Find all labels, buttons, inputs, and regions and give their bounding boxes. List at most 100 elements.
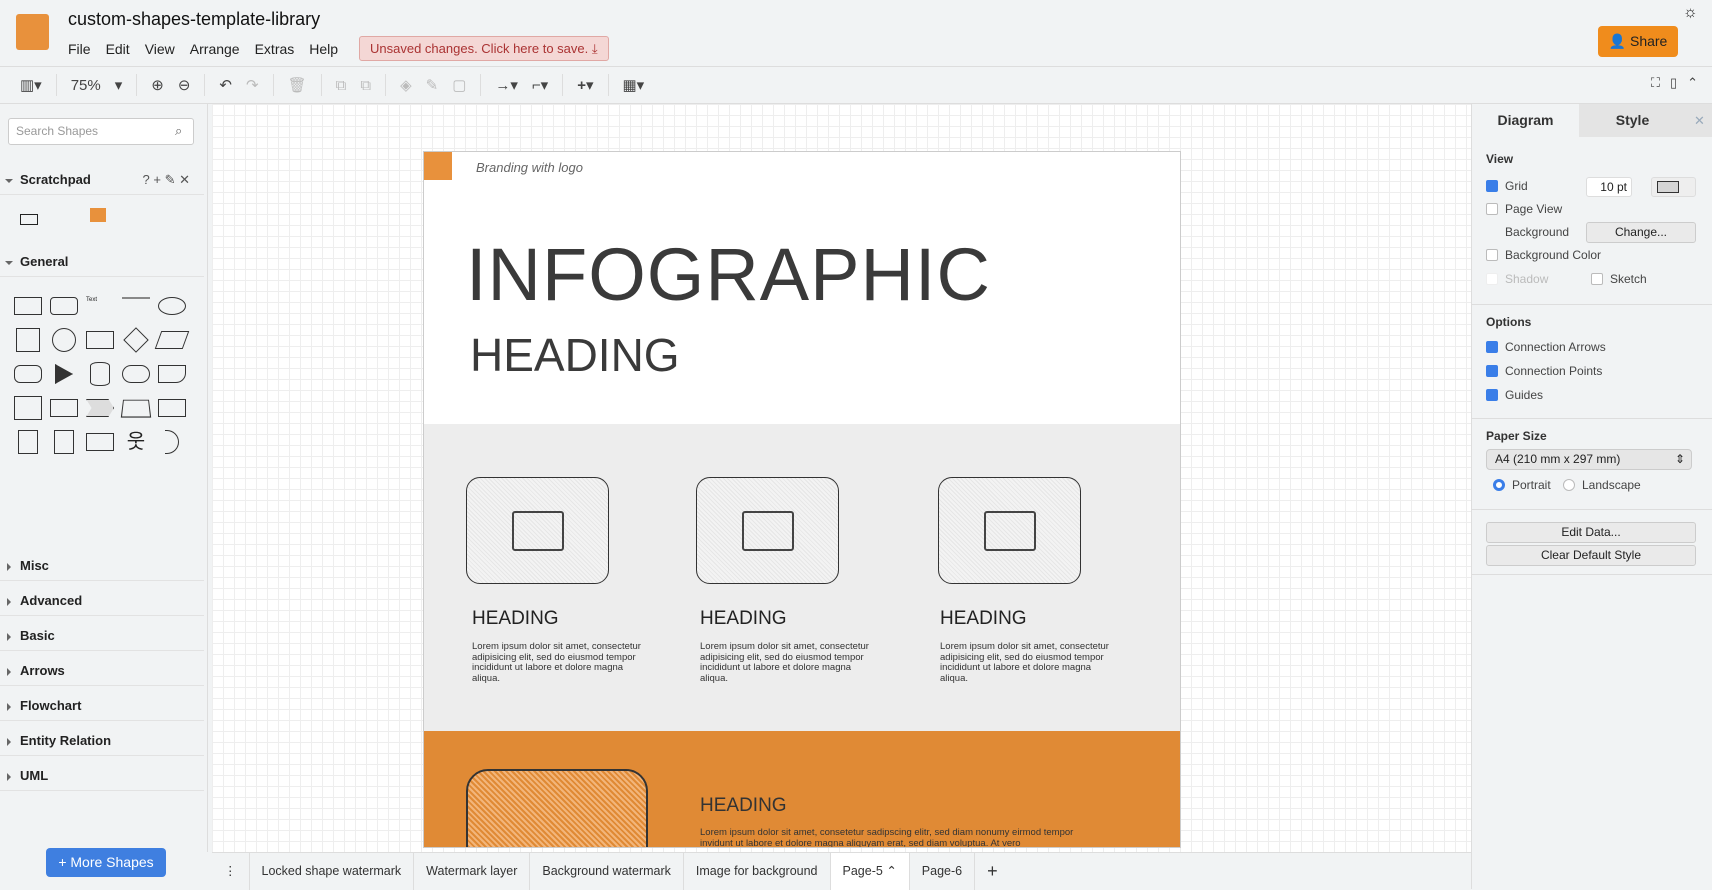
unsaved-changes-button[interactable]: Unsaved changes. Click here to save. ⤓ bbox=[359, 36, 609, 61]
shape-hexagon[interactable] bbox=[10, 357, 46, 391]
more-shapes-button[interactable]: + More Shapes bbox=[46, 848, 166, 877]
orange-text[interactable]: Lorem ipsum dolor sit amet, consetetur s… bbox=[700, 827, 1100, 847]
shape-triangle[interactable] bbox=[46, 357, 82, 391]
menu-edit[interactable]: Edit bbox=[106, 41, 130, 57]
menu-help[interactable]: Help bbox=[309, 41, 338, 57]
zoom-in-icon[interactable]: ⊕ bbox=[151, 76, 164, 94]
to-back-icon[interactable]: ⧉ bbox=[360, 77, 371, 94]
shape-internal-storage[interactable] bbox=[10, 391, 46, 425]
image-placeholder-icon[interactable] bbox=[466, 477, 609, 584]
section-basic[interactable]: Basic bbox=[0, 621, 204, 651]
tab-diagram[interactable]: Diagram bbox=[1472, 104, 1579, 137]
image-placeholder-icon[interactable] bbox=[466, 769, 648, 847]
table-icon[interactable]: ▦▾ bbox=[623, 76, 645, 94]
shape-cloud[interactable] bbox=[118, 357, 154, 391]
orange-heading[interactable]: HEADING bbox=[700, 795, 787, 817]
diagram-canvas[interactable]: Branding with logo INFOGRAPHIC HEADING H… bbox=[212, 104, 1471, 852]
edit-data-button[interactable]: Edit Data... bbox=[1486, 522, 1696, 543]
section-entity-relation[interactable]: Entity Relation bbox=[0, 726, 204, 756]
shadow-icon[interactable]: ▢ bbox=[452, 76, 466, 94]
close-icon[interactable]: ✕ bbox=[1686, 104, 1712, 137]
scratch-item[interactable] bbox=[90, 208, 106, 222]
tab-page[interactable]: Locked shape watermark bbox=[250, 852, 415, 890]
section-flowchart[interactable]: Flowchart bbox=[0, 691, 204, 721]
image-placeholder-icon[interactable] bbox=[696, 477, 839, 584]
menu-extras[interactable]: Extras bbox=[255, 41, 295, 57]
clear-default-style-button[interactable]: Clear Default Style bbox=[1486, 545, 1696, 566]
shape-ellipse[interactable] bbox=[154, 289, 190, 323]
shape-text[interactable]: Text bbox=[82, 289, 118, 323]
page-menu-icon[interactable]: ⋮ bbox=[212, 852, 250, 890]
zoom-out-icon[interactable]: ⊖ bbox=[178, 76, 191, 94]
shape-note[interactable] bbox=[10, 425, 46, 459]
menu-view[interactable]: View bbox=[145, 41, 175, 57]
shape-square[interactable] bbox=[10, 323, 46, 357]
shape-callout[interactable] bbox=[82, 425, 118, 459]
column-heading[interactable]: HEADING bbox=[472, 608, 559, 630]
branding-text[interactable]: Branding with logo bbox=[476, 160, 583, 175]
image-placeholder-icon[interactable] bbox=[938, 477, 1081, 584]
share-button[interactable]: 👤 Share bbox=[1598, 26, 1678, 57]
section-misc[interactable]: Misc bbox=[0, 551, 204, 581]
connection-points-checkbox[interactable]: Connection Points bbox=[1486, 364, 1602, 378]
grid-size-input[interactable]: 10 pt bbox=[1586, 177, 1632, 197]
logo-image[interactable] bbox=[424, 152, 452, 180]
tab-page[interactable]: Page-6 bbox=[910, 852, 976, 890]
tab-page[interactable]: Watermark layer bbox=[414, 852, 531, 890]
zoom-select[interactable]: 75% bbox=[71, 77, 101, 94]
landscape-radio[interactable]: Landscape bbox=[1563, 478, 1641, 492]
grid-color-button[interactable] bbox=[1651, 177, 1696, 197]
chevron-up-icon[interactable]: ⌃ bbox=[886, 864, 896, 878]
menu-arrange[interactable]: Arrange bbox=[190, 41, 240, 57]
format-panel-icon[interactable]: ▥▾ bbox=[20, 76, 42, 94]
section-arrows[interactable]: Arrows bbox=[0, 656, 204, 686]
scratchpad-actions[interactable]: ? + ✎ ✕ bbox=[143, 165, 190, 195]
shape-tape[interactable] bbox=[154, 391, 190, 425]
columns-section[interactable]: HEADING Lorem ipsum dolor sit amet, cons… bbox=[424, 424, 1180, 731]
shape-document[interactable] bbox=[154, 357, 190, 391]
to-front-icon[interactable]: ⧉ bbox=[336, 77, 347, 94]
line-color-icon[interactable]: ✎ bbox=[426, 76, 439, 94]
section-general[interactable]: General bbox=[0, 247, 204, 277]
page-view-checkbox[interactable]: Page View bbox=[1486, 202, 1562, 216]
chevron-down-icon[interactable]: ▾ bbox=[115, 76, 123, 94]
delete-icon[interactable]: 🗑 bbox=[288, 76, 307, 94]
shape-process[interactable] bbox=[82, 323, 118, 357]
fill-color-icon[interactable]: ◈ bbox=[400, 76, 412, 94]
search-shapes-input[interactable]: Search Shapes bbox=[8, 118, 194, 145]
scratch-item[interactable] bbox=[20, 214, 38, 225]
section-uml[interactable]: UML bbox=[0, 761, 204, 791]
tab-page[interactable]: Image for background bbox=[684, 852, 831, 890]
column-heading[interactable]: HEADING bbox=[700, 608, 787, 630]
infographic-page[interactable]: Branding with logo INFOGRAPHIC HEADING H… bbox=[423, 151, 1181, 848]
connection-arrows-checkbox[interactable]: Connection Arrows bbox=[1486, 340, 1606, 354]
shape-parallelogram[interactable] bbox=[154, 323, 190, 357]
section-scratchpad[interactable]: Scratchpad ? + ✎ ✕ bbox=[0, 165, 204, 195]
column-text[interactable]: Lorem ipsum dolor sit amet, consectetur … bbox=[472, 641, 642, 684]
tab-page-active[interactable]: Page-5 ⌃ bbox=[830, 852, 910, 890]
tab-page[interactable]: Background watermark bbox=[530, 852, 684, 890]
title-section[interactable]: Branding with logo INFOGRAPHIC HEADING bbox=[424, 152, 1180, 424]
background-color-checkbox[interactable]: Background Color bbox=[1486, 248, 1601, 262]
insert-icon[interactable]: +▾ bbox=[577, 76, 593, 94]
section-advanced[interactable]: Advanced bbox=[0, 586, 204, 616]
column-text[interactable]: Lorem ipsum dolor sit amet, consectetur … bbox=[700, 641, 870, 684]
toggle-panel-icon[interactable]: ▯ bbox=[1670, 75, 1677, 91]
portrait-radio[interactable]: Portrait bbox=[1493, 478, 1551, 492]
sketch-checkbox[interactable]: Sketch bbox=[1591, 272, 1647, 286]
column-text[interactable]: Lorem ipsum dolor sit amet, consectetur … bbox=[940, 641, 1110, 684]
shape-or[interactable] bbox=[154, 425, 190, 459]
theme-icon[interactable]: ☼ bbox=[1683, 4, 1698, 22]
fullscreen-icon[interactable]: ⛶ bbox=[1651, 75, 1660, 91]
redo-icon[interactable]: ↷ bbox=[246, 76, 259, 94]
grid-checkbox[interactable]: Grid bbox=[1486, 179, 1528, 193]
shape-circle[interactable] bbox=[46, 323, 82, 357]
infographic-subtitle[interactable]: HEADING bbox=[470, 328, 680, 382]
shape-rounded-rectangle[interactable] bbox=[46, 289, 82, 323]
collapse-icon[interactable]: ⌃ bbox=[1687, 75, 1698, 91]
infographic-title[interactable]: INFOGRAPHIC bbox=[466, 232, 991, 317]
shape-cylinder[interactable] bbox=[82, 357, 118, 391]
waypoints-icon[interactable]: ⌐▾ bbox=[532, 76, 548, 94]
shadow-checkbox[interactable]: Shadow bbox=[1486, 272, 1548, 286]
tab-style[interactable]: Style bbox=[1579, 104, 1686, 137]
